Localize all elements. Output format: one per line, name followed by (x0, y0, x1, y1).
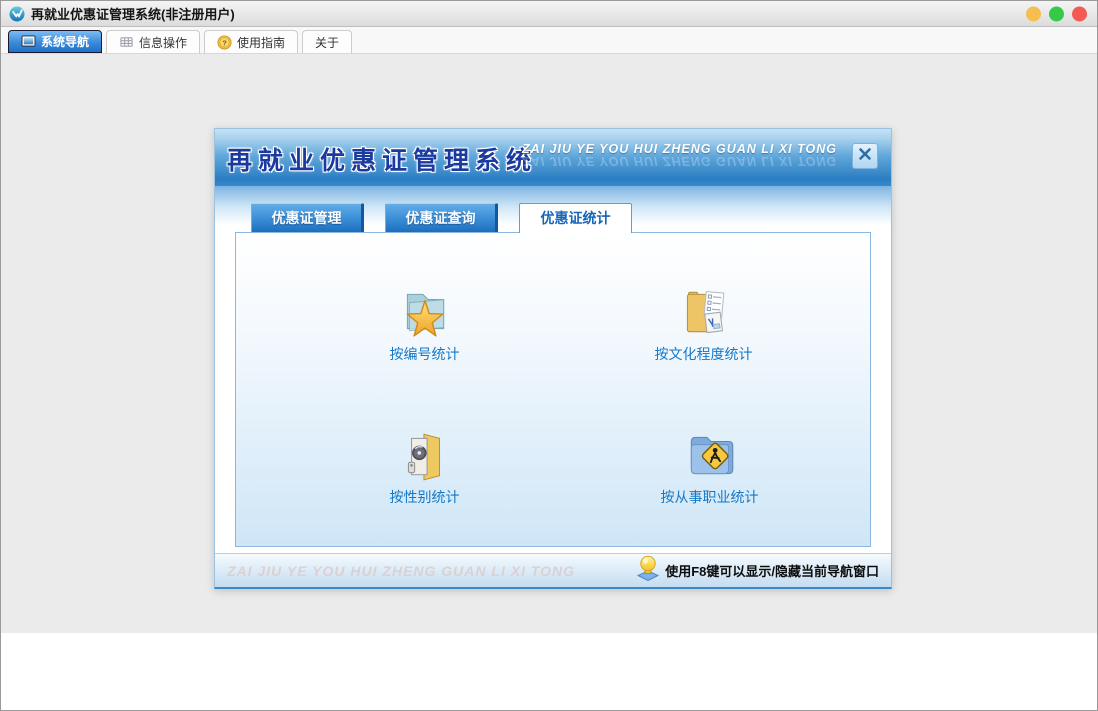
minimize-button[interactable] (1026, 6, 1041, 21)
tab-label: 优惠证查询 (405, 210, 476, 226)
item-label: 按从事职业统计 (660, 489, 759, 505)
dialog-close-button[interactable] (852, 143, 878, 169)
dialog-subtitle: ZAI JIU YE YOU HUI ZHENG GUAN LI XI TONG… (521, 142, 837, 168)
folder-roadsign-icon (681, 426, 739, 484)
app-window: 再就业优惠证管理系统(非注册用户) 系统导航 信息操作 ? 使用指南 关于 再就… (0, 0, 1098, 711)
tab-certificate-management[interactable]: 优惠证管理 (251, 203, 364, 232)
tab-label: 使用指南 (237, 35, 286, 50)
footer-tip: 使用F8键可以显示/隐藏当前导航窗口 (635, 555, 879, 586)
tab-about[interactable]: 关于 (302, 30, 353, 53)
help-coin-icon: ? (217, 34, 232, 50)
tab-user-guide[interactable]: ? 使用指南 (204, 30, 299, 53)
tab-label: 优惠证管理 (271, 210, 342, 226)
tab-certificate-statistics[interactable]: 优惠证统计 (519, 203, 632, 233)
grid-icon (119, 36, 134, 49)
tab-label: 系统导航 (41, 35, 90, 49)
dialog-header: 再就业优惠证管理系统 ZAI JIU YE YOU HUI ZHENG GUAN… (215, 129, 891, 186)
window-controls (1026, 6, 1087, 21)
tab-info-operations[interactable]: 信息操作 (106, 30, 201, 53)
statistics-panel: 按编号统计 按文化程度统计 按性别统计 按从事职业统计 (235, 232, 871, 547)
folder-documents-icon (675, 283, 733, 341)
monitor-icon (21, 35, 36, 48)
navigation-dialog: 再就业优惠证管理系统 ZAI JIU YE YOU HUI ZHENG GUAN… (214, 128, 892, 589)
item-label: 按文化程度统计 (654, 346, 753, 362)
workspace-background: 再就业优惠证管理系统 ZAI JIU YE YOU HUI ZHENG GUAN… (1, 54, 1097, 633)
app-logo-icon (9, 6, 25, 22)
svg-text:?: ? (222, 38, 227, 47)
folder-disc-icon (396, 426, 454, 484)
footer-watermark: ZAI JIU YE YOU HUI ZHENG GUAN LI XI TONG (227, 562, 576, 579)
item-label: 按编号统计 (389, 346, 460, 362)
stat-by-occupation-item[interactable]: 按从事职业统计 (630, 426, 790, 507)
folder-star-icon (396, 283, 454, 341)
tab-certificate-query[interactable]: 优惠证查询 (385, 203, 498, 232)
stat-by-education-item[interactable]: 按文化程度统计 (624, 283, 784, 364)
dialog-footer: ZAI JIU YE YOU HUI ZHENG GUAN LI XI TONG (215, 553, 891, 587)
stat-by-gender-item[interactable]: 按性别统计 (345, 426, 505, 507)
tab-system-navigation[interactable]: 系统导航 (8, 30, 103, 53)
footer-tip-text: 使用F8键可以显示/隐藏当前导航窗口 (665, 564, 879, 579)
tab-label: 优惠证统计 (540, 210, 611, 226)
titlebar: 再就业优惠证管理系统(非注册用户) (1, 1, 1097, 27)
close-button[interactable] (1072, 6, 1087, 21)
tab-label: 信息操作 (139, 35, 188, 50)
close-x-icon (858, 147, 872, 166)
stat-by-number-item[interactable]: 按编号统计 (345, 283, 505, 364)
zoom-button[interactable] (1049, 6, 1064, 21)
tab-label: 关于 (315, 35, 340, 50)
lightbulb-icon (635, 555, 661, 586)
item-label: 按性别统计 (389, 489, 460, 505)
main-tab-bar: 系统导航 信息操作 ? 使用指南 关于 (1, 27, 1097, 54)
dialog-title: 再就业优惠证管理系统 (227, 147, 538, 175)
dialog-tab-bar: 优惠证管理 优惠证查询 优惠证统计 (215, 186, 891, 233)
window-title: 再就业优惠证管理系统(非注册用户) (31, 7, 235, 22)
